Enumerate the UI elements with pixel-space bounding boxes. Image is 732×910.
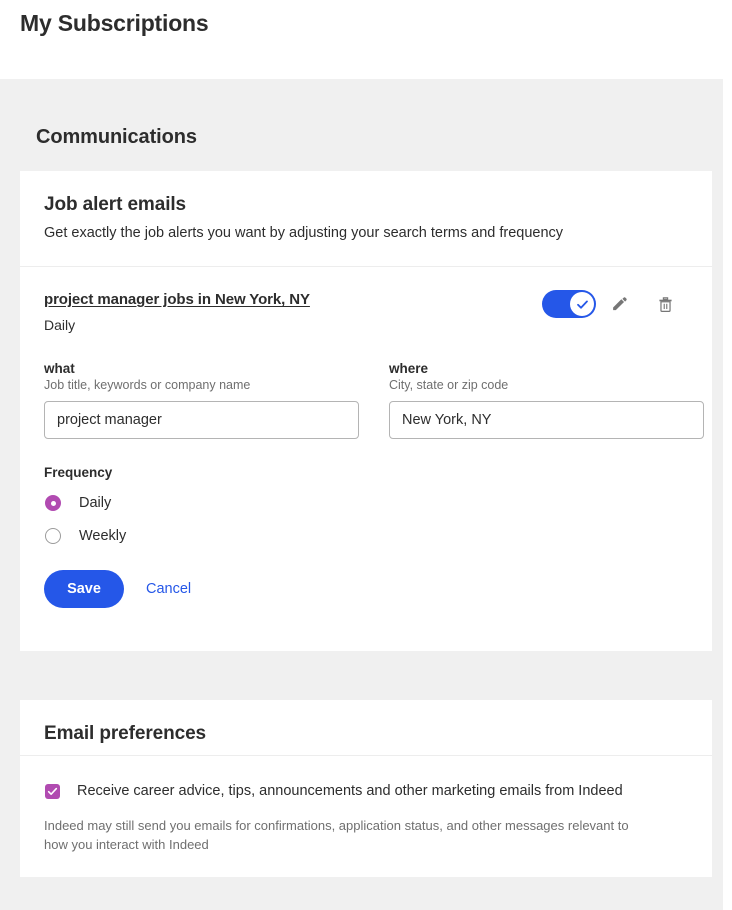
job-alerts-subtitle: Get exactly the job alerts you want by a…: [44, 225, 564, 241]
where-field-group: where City, state or zip code: [389, 361, 704, 439]
email-preferences-body: Receive career advice, tips, announcemen…: [20, 756, 712, 879]
section-title-communications: Communications: [36, 126, 197, 148]
email-preferences-title: Email preferences: [44, 723, 206, 744]
email-preferences-card-header: Email preferences: [20, 700, 712, 756]
job-alert-enable-toggle[interactable]: [542, 290, 596, 318]
radio-selected-icon: [45, 495, 61, 511]
trash-icon: [658, 296, 672, 312]
pencil-icon: [612, 296, 627, 310]
form-actions: Save Cancel: [44, 570, 688, 608]
frequency-option-daily[interactable]: Daily: [44, 489, 688, 517]
save-button[interactable]: Save: [44, 570, 124, 608]
cancel-button[interactable]: Cancel: [146, 581, 191, 597]
job-alerts-card-header: Job alert emails Get exactly the job ale…: [20, 171, 712, 267]
job-alert-frequency-summary: Daily: [44, 317, 76, 333]
edit-job-alert-button[interactable]: [596, 289, 642, 319]
search-fields: what Job title, keywords or company name…: [44, 361, 704, 451]
where-input[interactable]: [389, 401, 704, 439]
where-hint: City, state or zip code: [389, 378, 509, 392]
email-preferences-card: Email preferences Receive career advice,…: [20, 700, 712, 877]
toggle-knob: [570, 292, 594, 316]
what-hint: Job title, keywords or company name: [44, 378, 251, 392]
frequency-legend: Frequency: [44, 465, 113, 480]
job-alert-search-link[interactable]: project manager jobs in New York, NY: [44, 291, 310, 308]
what-field-group: what Job title, keywords or company name: [44, 361, 359, 439]
page-title: My Subscriptions: [20, 10, 209, 36]
frequency-option-weekly-label: Weekly: [79, 528, 127, 544]
marketing-opt-in-checkbox[interactable]: [45, 784, 60, 799]
what-label: what: [44, 361, 75, 376]
job-alerts-title: Job alert emails: [44, 194, 187, 215]
content-area: Communications Job alert emails Get exac…: [0, 79, 723, 910]
marketing-opt-in-label: Receive career advice, tips, announcemen…: [77, 783, 623, 799]
email-preferences-note: Indeed may still send you emails for con…: [44, 817, 629, 852]
job-alerts-card: Job alert emails Get exactly the job ale…: [20, 171, 712, 651]
job-alert-actions: [542, 289, 688, 319]
check-icon: [576, 300, 588, 309]
where-label: where: [389, 361, 429, 376]
check-icon: [47, 787, 58, 795]
subscriptions-page: My Subscriptions Communications Job aler…: [0, 0, 732, 910]
frequency-group: Frequency Daily Weekly: [44, 465, 688, 550]
delete-job-alert-button[interactable]: [642, 289, 688, 319]
page-header: My Subscriptions: [0, 0, 732, 79]
radio-unselected-icon: [45, 528, 61, 544]
what-input[interactable]: [44, 401, 359, 439]
job-alert-item: project manager jobs in New York, NY Dai…: [20, 267, 712, 632]
frequency-option-daily-label: Daily: [79, 495, 112, 511]
marketing-opt-in-row[interactable]: Receive career advice, tips, announcemen…: [44, 782, 688, 801]
job-alert-summary-row: project manager jobs in New York, NY Dai…: [44, 289, 688, 339]
job-alert-edit-form: what Job title, keywords or company name…: [44, 361, 704, 608]
frequency-option-weekly[interactable]: Weekly: [44, 522, 688, 550]
